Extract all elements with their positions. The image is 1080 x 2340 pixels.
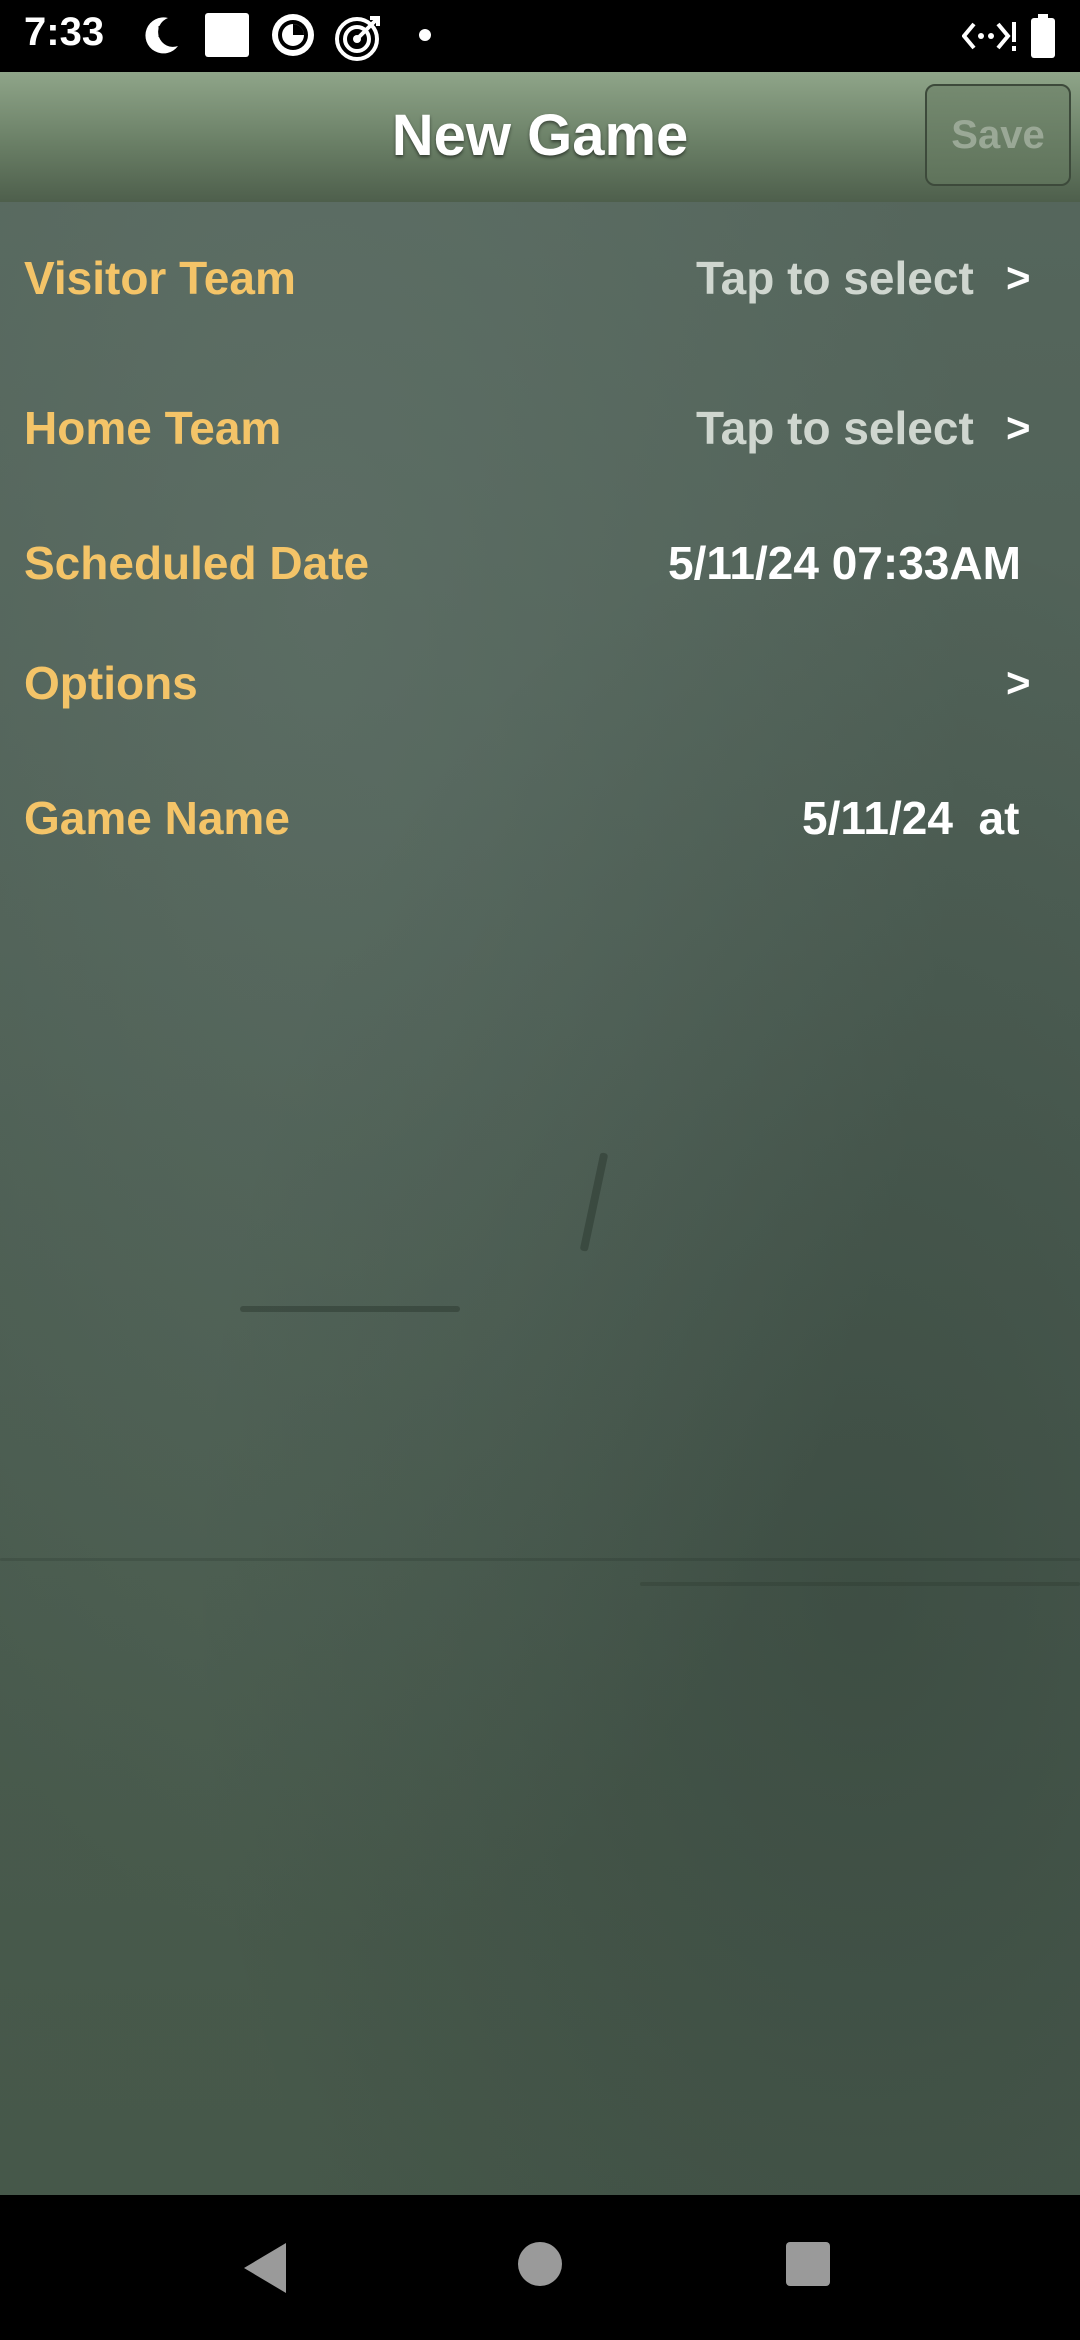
battery-icon bbox=[1030, 14, 1056, 63]
scheduled-date-value[interactable]: 5/11/24 07:33AM bbox=[668, 513, 1021, 613]
target-icon bbox=[334, 12, 384, 67]
chevron-right-icon: > bbox=[1006, 404, 1031, 451]
game-name-label: Game Name bbox=[24, 792, 290, 844]
home-team-label: Home Team bbox=[24, 402, 282, 454]
chevron-right-icon: > bbox=[1006, 659, 1031, 706]
circle-badge-icon bbox=[270, 12, 316, 63]
new-game-form: Visitor Team Tap to select > Home Team T… bbox=[0, 202, 1080, 2195]
back-icon[interactable] bbox=[240, 2241, 290, 2300]
options-row[interactable]: Options > bbox=[0, 633, 1080, 733]
status-time: 7:33 bbox=[24, 10, 105, 54]
dot-icon bbox=[418, 28, 432, 47]
square-icon bbox=[204, 12, 250, 63]
data-signal-icon bbox=[961, 18, 1016, 59]
visitor-team-value[interactable]: Tap to select bbox=[696, 228, 974, 328]
home-team-value[interactable]: Tap to select bbox=[696, 378, 974, 478]
status-bar: 7:33 bbox=[0, 0, 1080, 72]
recents-icon[interactable] bbox=[785, 2241, 831, 2292]
game-name-row[interactable]: Game Name 5/11/24 at bbox=[0, 768, 1080, 868]
texture-scratch bbox=[0, 1558, 1080, 1561]
scheduled-date-row[interactable]: Scheduled Date 5/11/24 07:33AM bbox=[0, 513, 1080, 613]
save-button[interactable]: Save bbox=[925, 84, 1071, 186]
texture-scratch bbox=[240, 1306, 460, 1312]
system-nav-bar bbox=[0, 2195, 1080, 2340]
home-team-row[interactable]: Home Team Tap to select > bbox=[0, 378, 1080, 478]
visitor-team-row[interactable]: Visitor Team Tap to select > bbox=[0, 228, 1080, 328]
page-title: New Game bbox=[391, 103, 689, 168]
scheduled-date-label: Scheduled Date bbox=[24, 537, 370, 589]
home-icon[interactable] bbox=[517, 2241, 563, 2292]
visitor-team-label: Visitor Team bbox=[24, 252, 296, 304]
options-label: Options bbox=[24, 657, 198, 709]
chevron-right-icon: > bbox=[1006, 254, 1031, 301]
game-name-value[interactable]: 5/11/24 at bbox=[802, 768, 1019, 868]
app-bar: New Game Save bbox=[0, 72, 1080, 202]
clock-moon-icon bbox=[138, 12, 184, 63]
texture-scratch bbox=[640, 1582, 1080, 1586]
texture-scratch bbox=[579, 1152, 609, 1252]
